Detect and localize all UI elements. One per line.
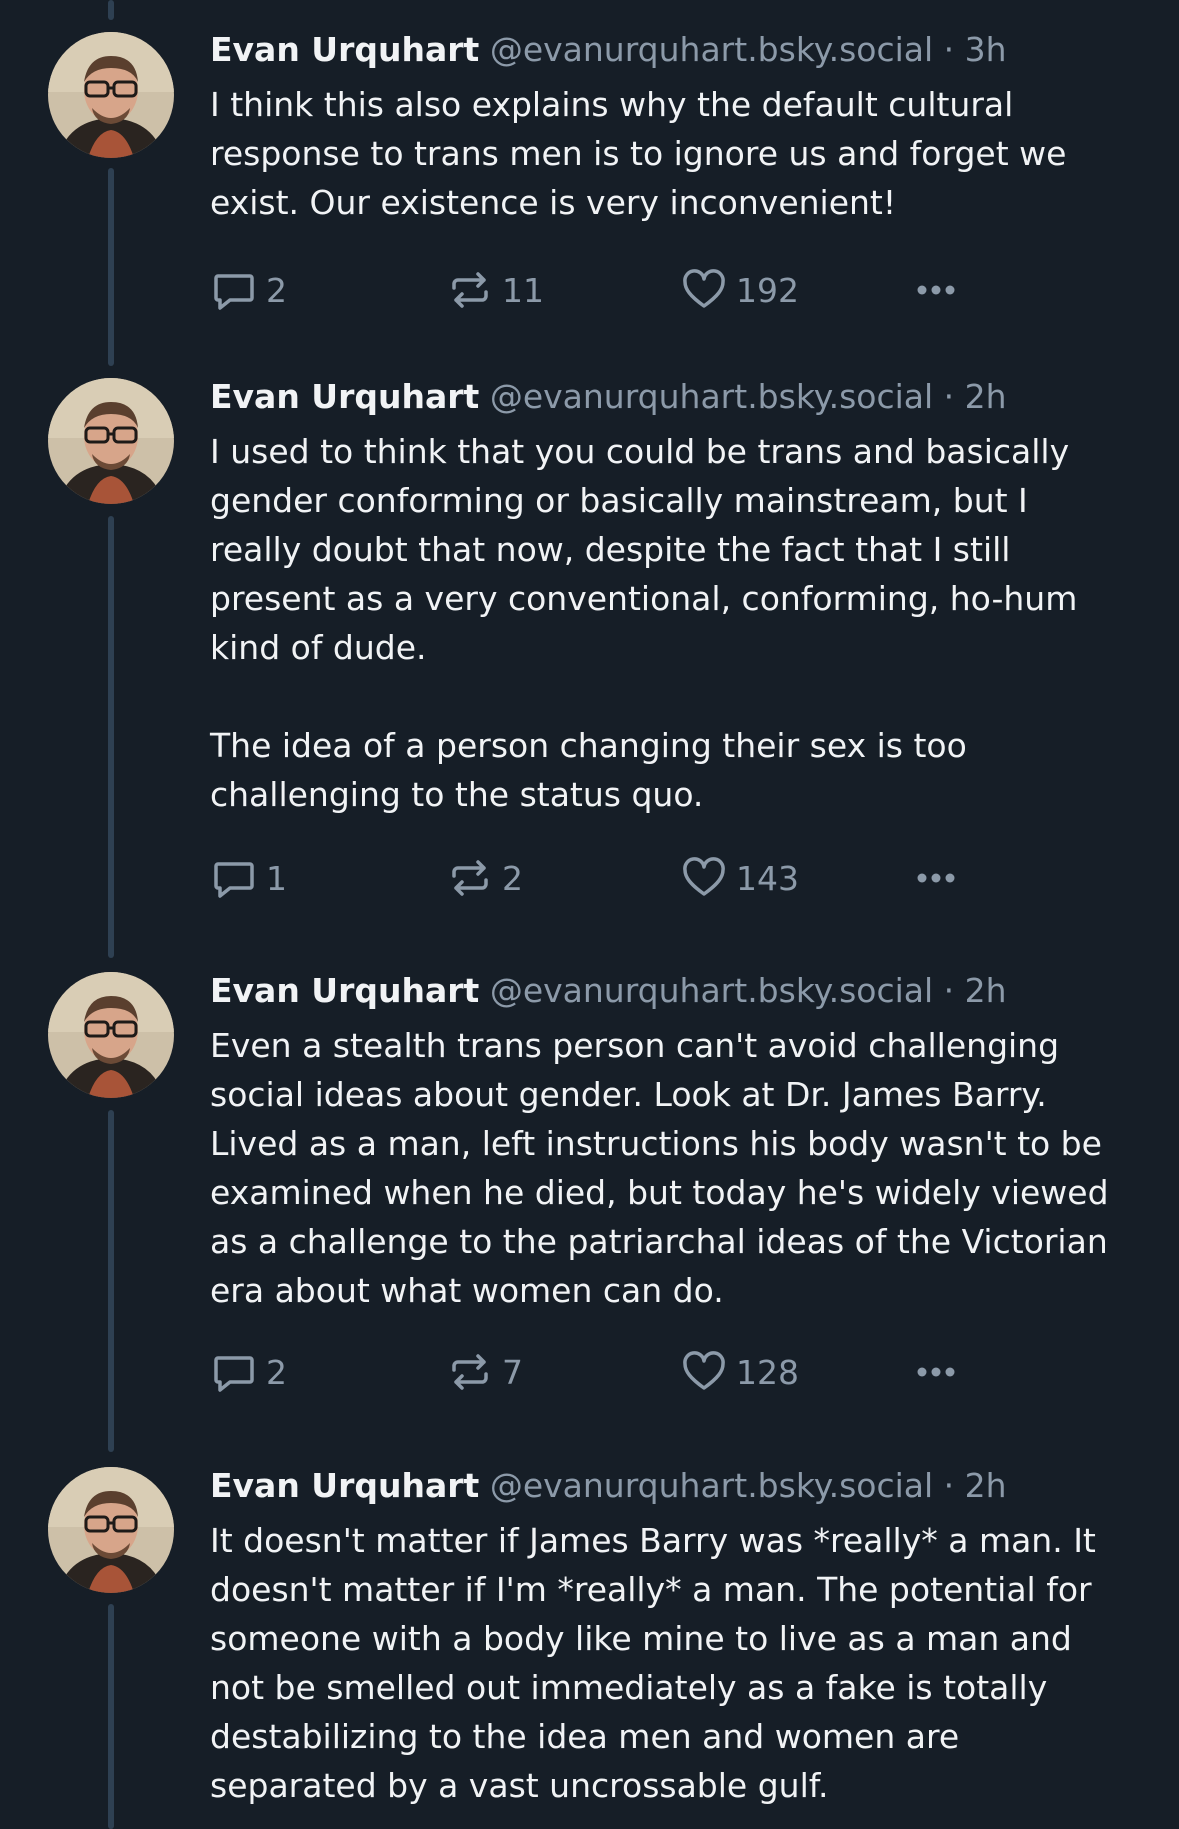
repost-arrows-icon — [446, 854, 494, 902]
author-name[interactable]: Evan Urquhart — [210, 971, 479, 1010]
reply-bubble-icon — [210, 1348, 258, 1396]
heart-icon — [680, 854, 728, 902]
thread-line — [108, 516, 114, 958]
repost-button[interactable]: 2 — [446, 853, 523, 903]
separator-dot: · — [943, 30, 955, 69]
author-name[interactable]: Evan Urquhart — [210, 30, 479, 69]
more-options-button[interactable] — [912, 853, 968, 903]
ellipsis-icon — [912, 1348, 960, 1396]
post-time[interactable]: 2h — [965, 971, 1007, 1010]
post-header: Evan Urquhart @evanurquhart.bsky.social … — [210, 971, 1007, 1011]
like-button[interactable]: 128 — [680, 1347, 799, 1397]
post-actions: 2 7 128 — [210, 1347, 1010, 1397]
repost-count: 7 — [502, 1352, 523, 1392]
thread-line — [108, 1110, 114, 1452]
ellipsis-icon — [912, 854, 960, 902]
author-handle[interactable]: @evanurquhart.bsky.social — [490, 971, 933, 1010]
separator-dot: · — [943, 377, 955, 416]
avatar[interactable] — [48, 1467, 174, 1593]
post-text: I used to think that you could be trans … — [210, 432, 1078, 814]
reply-count: 2 — [266, 1352, 287, 1392]
thread-line — [108, 1604, 114, 1829]
post-actions: 2 11 192 — [210, 265, 1010, 315]
author-handle[interactable]: @evanurquhart.bsky.social — [490, 1466, 933, 1505]
repost-count: 11 — [502, 270, 544, 310]
avatar-image — [48, 1467, 174, 1593]
more-options-button[interactable] — [912, 265, 968, 315]
reply-count: 2 — [266, 270, 287, 310]
avatar-image — [48, 972, 174, 1098]
post-text: Even a stealth trans person can't avoid … — [210, 1026, 1120, 1310]
post-header: Evan Urquhart @evanurquhart.bsky.social … — [210, 30, 1007, 70]
author-name[interactable]: Evan Urquhart — [210, 1466, 479, 1505]
post-text: It doesn't matter if James Barry was *re… — [210, 1521, 1107, 1805]
more-options-button[interactable] — [912, 1347, 968, 1397]
like-count: 143 — [736, 858, 799, 898]
post-text: I think this also explains why the defau… — [210, 85, 1077, 222]
thread-line — [108, 168, 114, 366]
reply-button[interactable]: 2 — [210, 1347, 287, 1397]
reply-button[interactable]: 1 — [210, 853, 287, 903]
thread-line — [108, 0, 114, 20]
post-actions: 1 2 143 — [210, 853, 1010, 903]
like-button[interactable]: 143 — [680, 853, 799, 903]
repost-arrows-icon — [446, 1348, 494, 1396]
separator-dot: · — [943, 971, 955, 1010]
heart-icon — [680, 266, 728, 314]
post-time[interactable]: 2h — [965, 1466, 1007, 1505]
repost-count: 2 — [502, 858, 523, 898]
ellipsis-icon — [912, 266, 960, 314]
repost-arrows-icon — [446, 266, 494, 314]
separator-dot: · — [943, 1466, 955, 1505]
repost-button[interactable]: 7 — [446, 1347, 523, 1397]
like-count: 192 — [736, 270, 799, 310]
post-header: Evan Urquhart @evanurquhart.bsky.social … — [210, 377, 1007, 417]
like-count: 128 — [736, 1352, 799, 1392]
reply-button[interactable]: 2 — [210, 265, 287, 315]
author-handle[interactable]: @evanurquhart.bsky.social — [490, 30, 933, 69]
avatar[interactable] — [48, 32, 174, 158]
avatar[interactable] — [48, 972, 174, 1098]
avatar[interactable] — [48, 378, 174, 504]
reply-bubble-icon — [210, 266, 258, 314]
reply-bubble-icon — [210, 854, 258, 902]
author-name[interactable]: Evan Urquhart — [210, 377, 479, 416]
repost-button[interactable]: 11 — [446, 265, 544, 315]
heart-icon — [680, 1348, 728, 1396]
like-button[interactable]: 192 — [680, 265, 799, 315]
post-time[interactable]: 2h — [965, 377, 1007, 416]
post-header: Evan Urquhart @evanurquhart.bsky.social … — [210, 1466, 1007, 1506]
avatar-image — [48, 32, 174, 158]
author-handle[interactable]: @evanurquhart.bsky.social — [490, 377, 933, 416]
avatar-image — [48, 378, 174, 504]
reply-count: 1 — [266, 858, 287, 898]
post-time[interactable]: 3h — [965, 30, 1007, 69]
